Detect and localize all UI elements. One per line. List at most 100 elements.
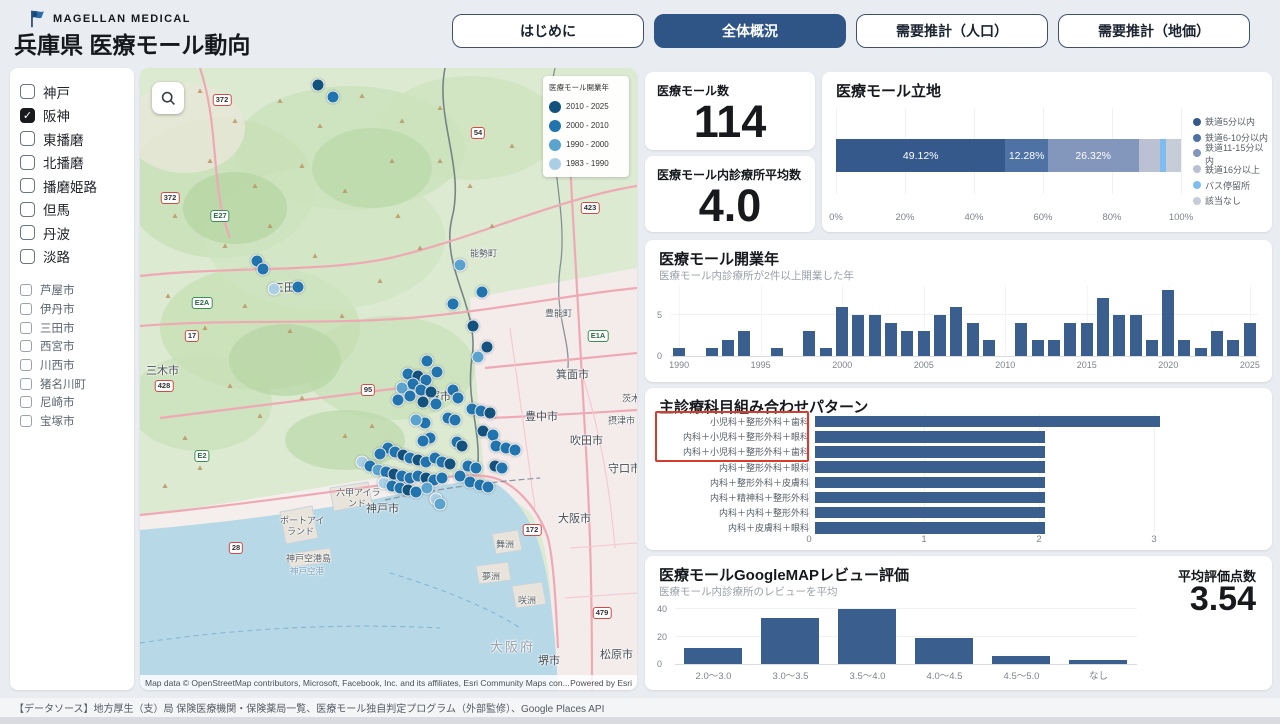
medical-mall-point[interactable] — [456, 440, 469, 453]
year-bar[interactable] — [1097, 298, 1109, 356]
map-legend-item[interactable]: 2010 - 2025 — [549, 97, 623, 116]
combo-bar[interactable] — [815, 492, 1045, 504]
city-filter-item[interactable]: 三田市 — [20, 318, 124, 337]
medical-mall-point[interactable] — [421, 355, 434, 368]
year-bar[interactable] — [934, 315, 946, 356]
medical-mall-point[interactable] — [257, 263, 270, 276]
year-bar[interactable] — [1032, 340, 1044, 356]
year-bar[interactable] — [1178, 340, 1190, 356]
city-filter-item[interactable]: 川西市 — [20, 356, 124, 375]
checkbox[interactable]: ✓ — [20, 108, 35, 123]
year-bar[interactable] — [1064, 323, 1076, 356]
year-bar[interactable] — [738, 331, 750, 356]
year-bar[interactable] — [1113, 315, 1125, 356]
year-bar[interactable] — [803, 331, 815, 356]
year-bar[interactable] — [1227, 340, 1239, 356]
city-filter-item[interactable]: 宝塚市 — [20, 412, 124, 431]
checkbox[interactable] — [20, 249, 35, 264]
location-segment[interactable]: 12.28% — [1005, 139, 1047, 172]
location-segment[interactable] — [1139, 139, 1160, 172]
year-bar[interactable] — [1162, 290, 1174, 356]
city-filter-item[interactable]: 猪名川町 — [20, 374, 124, 393]
combo-bar[interactable] — [815, 446, 1045, 458]
checkbox[interactable] — [20, 131, 35, 146]
year-bar[interactable] — [1130, 315, 1142, 356]
map-legend-item[interactable]: 1983 - 1990 — [549, 154, 623, 173]
location-segment[interactable]: 49.12% — [836, 139, 1005, 172]
region-filter-item[interactable]: 神戸 — [20, 80, 124, 104]
review-bar[interactable] — [915, 638, 973, 664]
location-legend-item[interactable]: 鉄道5分以内 — [1193, 114, 1272, 130]
checkbox[interactable] — [20, 396, 32, 408]
region-filter-item[interactable]: 但馬 — [20, 198, 124, 222]
combo-bar[interactable] — [815, 416, 1160, 428]
location-segment[interactable]: 26.32% — [1048, 139, 1139, 172]
location-legend-item[interactable]: 該当なし — [1193, 193, 1272, 209]
combo-bar[interactable] — [815, 431, 1045, 443]
combo-bar[interactable] — [815, 461, 1045, 473]
city-filter-item[interactable]: 西宮市 — [20, 337, 124, 356]
region-filter-item[interactable]: 丹波 — [20, 221, 124, 245]
checkbox[interactable] — [20, 415, 32, 427]
medical-mall-point[interactable] — [482, 481, 495, 494]
review-bar[interactable] — [992, 656, 1050, 664]
checkbox[interactable] — [20, 84, 35, 99]
year-bar[interactable] — [722, 340, 734, 356]
medical-mall-point[interactable] — [509, 444, 522, 457]
medical-mall-point[interactable] — [476, 286, 489, 299]
medical-mall-point[interactable] — [452, 392, 465, 405]
region-filter-item[interactable]: ✓阪神 — [20, 104, 124, 128]
city-filter-item[interactable]: 伊丹市 — [20, 300, 124, 319]
map-panel[interactable]: 372372E27E2A17428E254423E1A9517228479 能勢… — [140, 68, 637, 690]
medical-mall-point[interactable] — [374, 448, 387, 461]
medical-mall-point[interactable] — [454, 259, 467, 272]
medical-mall-point[interactable] — [417, 396, 430, 409]
medical-mall-point[interactable] — [292, 281, 305, 294]
medical-mall-point[interactable] — [472, 351, 485, 364]
checkbox[interactable] — [20, 178, 35, 193]
map-legend-item[interactable]: 2000 - 2010 — [549, 116, 623, 135]
medical-mall-point[interactable] — [268, 283, 281, 296]
review-bar[interactable] — [1069, 660, 1127, 664]
medical-mall-point[interactable] — [410, 486, 423, 499]
year-bar[interactable] — [1015, 323, 1027, 356]
medical-mall-point[interactable] — [484, 407, 497, 420]
medical-mall-point[interactable] — [447, 298, 460, 311]
checkbox[interactable] — [20, 359, 32, 371]
year-bar[interactable] — [836, 307, 848, 356]
region-filter-item[interactable]: 東播磨 — [20, 127, 124, 151]
year-bar[interactable] — [918, 331, 930, 356]
medical-mall-point[interactable] — [404, 390, 417, 403]
review-bar[interactable] — [838, 609, 896, 664]
year-bar[interactable] — [983, 340, 995, 356]
checkbox[interactable] — [20, 303, 32, 315]
medical-mall-point[interactable] — [410, 414, 423, 427]
medical-mall-point[interactable] — [392, 394, 405, 407]
medical-mall-point[interactable] — [444, 458, 457, 471]
year-bar[interactable] — [967, 323, 979, 356]
region-filter-item[interactable]: 北播磨 — [20, 151, 124, 175]
year-bar[interactable] — [706, 348, 718, 356]
review-bar[interactable] — [684, 648, 742, 664]
checkbox[interactable] — [20, 378, 32, 390]
medical-mall-point[interactable] — [430, 398, 443, 411]
medical-mall-point[interactable] — [312, 79, 325, 92]
tab-demand-population[interactable]: 需要推計（人口） — [856, 14, 1048, 48]
combo-bar[interactable] — [815, 507, 1045, 519]
year-bar[interactable] — [820, 348, 832, 356]
year-bar[interactable] — [901, 331, 913, 356]
checkbox[interactable] — [20, 225, 35, 240]
region-filter-item[interactable]: 播磨姫路 — [20, 174, 124, 198]
year-bar[interactable] — [852, 315, 864, 356]
year-bar[interactable] — [869, 315, 881, 356]
location-legend-item[interactable]: 鉄道11-15分以内 — [1193, 146, 1272, 162]
medical-mall-point[interactable] — [327, 91, 340, 104]
checkbox[interactable] — [20, 155, 35, 170]
year-bar[interactable] — [1146, 340, 1158, 356]
city-filter-item[interactable]: 尼崎市 — [20, 393, 124, 412]
medical-mall-point[interactable] — [431, 366, 444, 379]
review-bar[interactable] — [761, 618, 819, 664]
location-segment[interactable] — [1166, 139, 1181, 172]
tab-overview[interactable]: 全体概況 — [654, 14, 846, 48]
combo-bar[interactable] — [815, 477, 1045, 489]
